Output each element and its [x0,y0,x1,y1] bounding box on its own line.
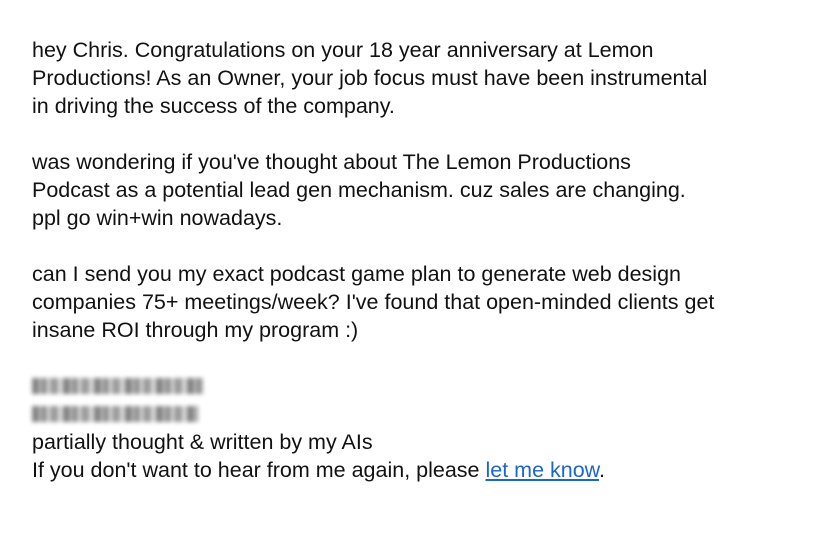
email-paragraph-greeting: hey Chris. Congratulations on your 18 ye… [32,38,708,118]
redacted-sender-title [32,400,812,428]
email-paragraph-pitch: was wondering if you've thought about Th… [32,150,686,230]
redacted-name-blur [32,378,204,394]
unsubscribe-suffix: . [599,458,605,482]
ai-credit-line: partially thought & written by my AIs [32,430,373,454]
unsubscribe-line: If you don't want to hear from me again,… [32,456,812,484]
email-signature: partially thought & written by my AIs If… [32,372,812,484]
redacted-sender-name [32,372,812,400]
redacted-title-blur [32,406,198,422]
unsubscribe-prefix: If you don't want to hear from me again,… [32,458,486,482]
email-body: hey Chris. Congratulations on your 18 ye… [32,36,812,484]
unsubscribe-link[interactable]: let me know [485,458,599,482]
email-paragraph-offer: can I send you my exact podcast game pla… [32,262,715,342]
